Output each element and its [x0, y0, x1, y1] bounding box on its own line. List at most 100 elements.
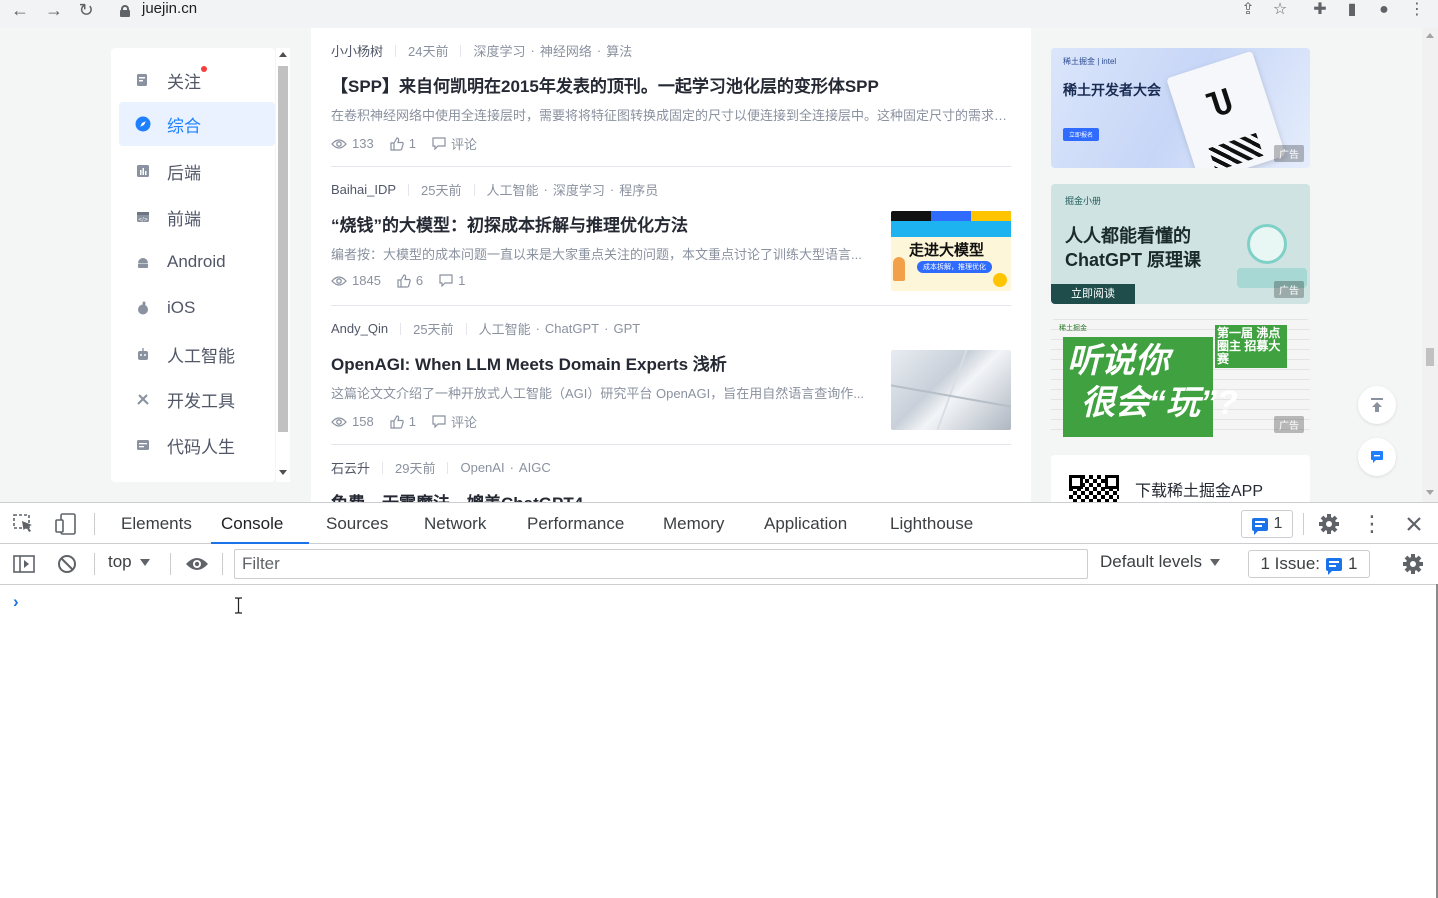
tab-lighthouse[interactable]: Lighthouse [880, 503, 983, 544]
tag[interactable]: 程序员 [619, 180, 658, 199]
tab-performance[interactable]: Performance [517, 503, 634, 544]
tag[interactable]: OpenAI [460, 460, 504, 475]
tag[interactable]: 人工智能 [479, 319, 531, 338]
divider [395, 44, 397, 57]
sidebar-item-label: 开发工具 [167, 391, 235, 411]
settings-gear-icon[interactable] [1318, 513, 1340, 535]
sidebar-item-label: Android [167, 252, 226, 271]
sidebar-item-label: 后端 [167, 163, 201, 183]
article-thumbnail[interactable] [891, 350, 1011, 430]
article-abstract[interactable]: 在卷积神经网络中使用全连接层时，需要将将特征图转换成固定的尺寸以便连接到全连接层… [331, 105, 1011, 124]
tab-sources[interactable]: Sources [316, 503, 398, 544]
share-icon[interactable]: ⇪ [1237, 0, 1259, 20]
log-levels-select[interactable]: Default levels [1100, 552, 1221, 572]
console-settings-gear-icon[interactable] [1402, 553, 1424, 575]
more-options-icon[interactable]: ⋮ [1361, 511, 1383, 536]
scrollbar-thumb[interactable] [1426, 348, 1434, 366]
scroll-down-arrow-icon[interactable] [279, 470, 287, 475]
author-name[interactable]: 石云升 [331, 458, 370, 477]
sidebar-item-ai[interactable]: 人工智能 [119, 332, 275, 376]
forward-icon[interactable]: → [42, 0, 66, 22]
tag[interactable]: 深度学习 [553, 180, 605, 199]
sidebar-item-ios[interactable]: iOS [119, 286, 275, 330]
ad-banner-developer-conference[interactable]: 稀土掘金 | intel 稀土开发者大会 立即报名 Ⴎ 广告 [1051, 48, 1310, 168]
sidebar-item-android[interactable]: Android [119, 240, 275, 284]
article-item[interactable]: Andy_Qin 25天前 人工智能 · ChatGPT · GPT OpenA… [331, 306, 1011, 445]
comment-button[interactable]: 评论 [432, 134, 477, 153]
tag[interactable]: ChatGPT [545, 321, 599, 336]
back-icon[interactable]: ← [8, 0, 32, 22]
comment-button[interactable]: 评论 [432, 412, 477, 431]
js-context-select[interactable]: top [108, 552, 150, 572]
tab-memory[interactable]: Memory [653, 503, 734, 544]
divider [465, 322, 467, 335]
tag[interactable]: GPT [613, 321, 640, 336]
side-panel-icon[interactable]: ▮ [1341, 0, 1363, 20]
author-name[interactable]: Andy_Qin [331, 321, 388, 336]
tag[interactable]: 算法 [606, 41, 632, 60]
author-name[interactable]: 小小杨树 [331, 41, 383, 60]
profile-avatar-icon[interactable]: ● [1373, 0, 1395, 20]
article-title[interactable]: 免费、无需魔法，媲美ChatGPT4 [331, 489, 871, 502]
lock-icon[interactable] [120, 5, 130, 17]
like-button[interactable]: 1 [390, 414, 416, 429]
ad-banner-contest[interactable]: 稀土掘金 听说你 很会“玩”? 第一届 沸点圈主 招募大赛 广告 [1051, 319, 1310, 439]
article-title[interactable]: OpenAGI: When LLM Meets Domain Experts 浅… [331, 350, 871, 375]
article-abstract[interactable]: 编者按：大模型的成本问题一直以来是大家重点关注的问题，本文重点讨论了训练大型语言… [331, 244, 863, 263]
like-button[interactable]: 1 [390, 136, 416, 151]
scroll-up-arrow-icon[interactable] [279, 52, 287, 57]
article-abstract[interactable]: 这篇论文文介绍了一种开放式人工智能（AGI）研究平台 OpenAGI，旨在用自然… [331, 383, 869, 402]
tag[interactable]: AIGC [519, 460, 551, 475]
tag[interactable]: 神经网络 [540, 41, 592, 60]
scrollbar-thumb[interactable] [278, 66, 288, 432]
device-toolbar-icon[interactable] [54, 512, 78, 536]
article-item[interactable]: 小小杨树 24天前 深度学习 · 神经网络 · 算法 【SPP】来自何凯明在20… [331, 28, 1011, 167]
sidebar-item-dev-tools[interactable]: 开发工具 [119, 377, 275, 421]
sidebar-item-follow[interactable]: 关注 [119, 58, 275, 102]
article-title[interactable]: 【SPP】来自何凯明在2015年发表的顶刊。一起学习池化层的变形体SPP [331, 72, 1011, 97]
publish-time: 29天前 [395, 461, 436, 476]
live-expression-eye-icon[interactable] [184, 554, 210, 574]
console-filter-input[interactable] [235, 550, 1087, 578]
tag[interactable]: 深度学习 [473, 41, 525, 60]
comment-button[interactable]: 1 [439, 273, 465, 288]
back-to-top-button[interactable] [1358, 386, 1396, 424]
issues-counter-button[interactable]: 1 Issue: 1 [1248, 550, 1370, 578]
console-filter-box[interactable] [234, 549, 1088, 579]
issues-badge-button[interactable]: 1 [1241, 510, 1293, 538]
tag[interactable]: 人工智能 [487, 180, 539, 199]
close-devtools-icon[interactable] [1403, 513, 1425, 535]
tab-network[interactable]: Network [414, 503, 496, 544]
console-output-area[interactable]: › [0, 585, 1438, 898]
bookmark-star-icon[interactable]: ☆ [1269, 0, 1291, 20]
tab-console[interactable]: Console [211, 503, 309, 544]
article-item[interactable]: 石云升 29天前 OpenAI · AIGC 免费、无需魔法，媲美ChatGPT… [331, 445, 1011, 502]
download-app-card[interactable]: 下载稀土掘金APP [1051, 455, 1310, 502]
inspect-element-icon[interactable] [12, 513, 36, 535]
reload-icon[interactable]: ↻ [74, 0, 98, 22]
article-item[interactable]: Baihai_IDP 25天前 人工智能 · 深度学习 · 程序员 “烧钱”的大… [331, 167, 1011, 306]
ad-banner-chatgpt-course[interactable]: 掘金小册 人人都能看懂的 ChatGPT 原理课 立即阅读 广告 [1051, 184, 1310, 304]
extensions-icon[interactable]: ✚ [1309, 0, 1331, 20]
show-sidebar-icon[interactable] [12, 553, 36, 575]
sidebar-item-code-life[interactable]: 代码人生 [119, 423, 275, 467]
clear-console-icon[interactable] [56, 553, 78, 575]
like-button[interactable]: 6 [397, 273, 423, 288]
ad-brand: 掘金小册 [1065, 196, 1102, 206]
sidebar-item-frontend[interactable]: </> 前端 [119, 195, 275, 239]
console-toolbar: top Default levels 1 Issue: 1 [0, 544, 1438, 585]
author-name[interactable]: Baihai_IDP [331, 182, 396, 197]
address-bar[interactable]: juejin.cn [110, 0, 1300, 22]
tab-elements[interactable]: Elements [111, 503, 202, 544]
feedback-button[interactable] [1358, 438, 1396, 476]
sidebar-item-comprehensive[interactable]: 综合 [119, 102, 275, 146]
article-thumbnail[interactable]: 走进大模型 成本拆解，推理优化 [891, 211, 1011, 291]
sidebar-item-backend[interactable]: 后端 [119, 149, 275, 193]
scroll-down-arrow-icon[interactable] [1426, 490, 1434, 495]
browser-menu-icon[interactable]: ⋮ [1406, 0, 1428, 20]
tab-application[interactable]: Application [754, 503, 857, 544]
page-scrollbar[interactable] [1422, 28, 1438, 502]
scroll-up-arrow-icon[interactable] [1426, 33, 1434, 38]
article-title[interactable]: “烧钱”的大模型：初探成本拆解与推理优化方法 [331, 211, 871, 236]
sidebar-scrollbar[interactable] [276, 48, 290, 482]
